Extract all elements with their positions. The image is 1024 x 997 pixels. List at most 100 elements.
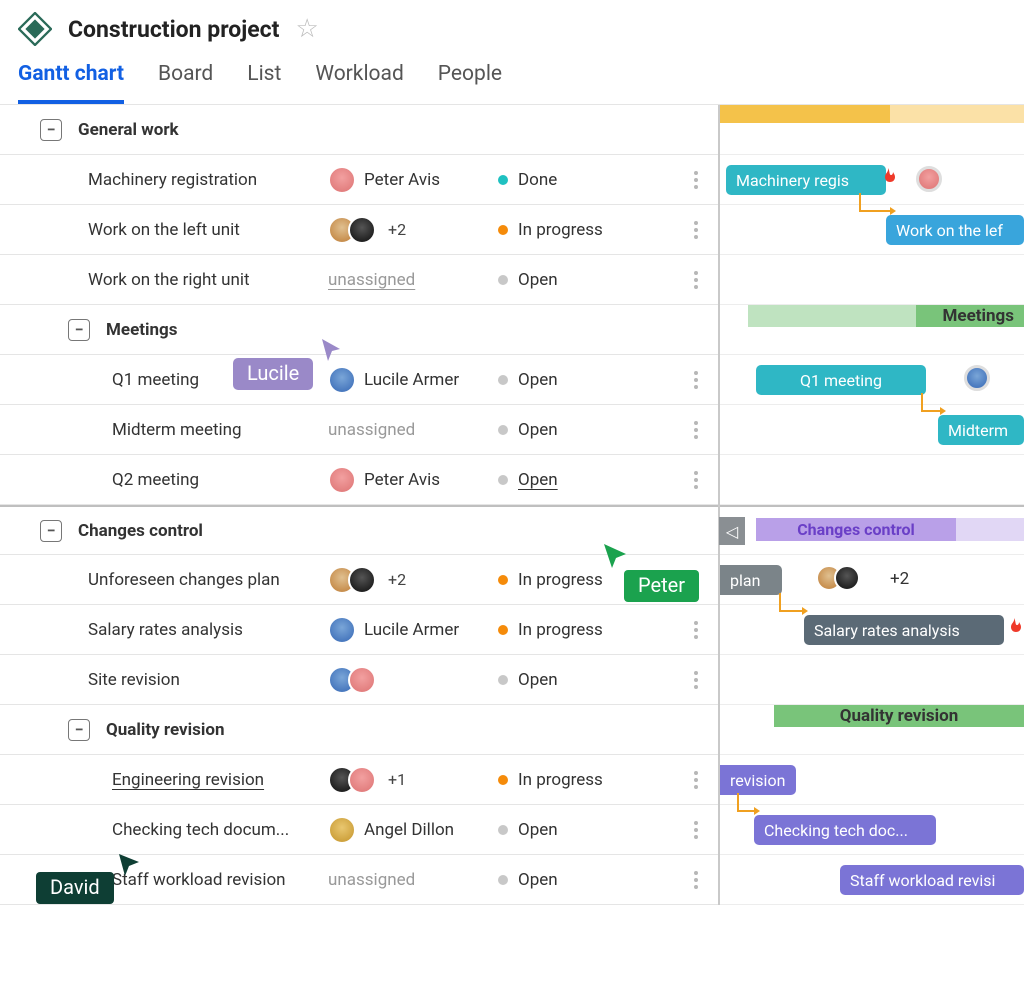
row-menu-icon[interactable] [684, 221, 708, 239]
gantt-bar-midterm[interactable]: Midterm [938, 415, 1024, 445]
group-row-quality-revision[interactable]: − Quality revision [0, 705, 718, 755]
gantt-bar-staff[interactable]: Staff workload revisi [840, 865, 1024, 895]
task-row-work-left[interactable]: Work on the left unit +2 In progress [0, 205, 718, 255]
task-row-salary[interactable]: Salary rates analysis Lucile Armer In pr… [0, 605, 718, 655]
bar-label: Q1 meeting [800, 371, 882, 390]
status: In progress [518, 570, 603, 590]
collapse-icon[interactable]: − [68, 719, 90, 741]
avatar-overflow[interactable]: +1 [388, 770, 406, 789]
tab-list[interactable]: List [247, 62, 281, 104]
favorite-star-icon[interactable]: ☆ [295, 14, 318, 44]
avatar[interactable] [328, 616, 356, 644]
status: In progress [518, 220, 603, 240]
task-row-machinery[interactable]: Machinery registration Peter Avis Done [0, 155, 718, 205]
gantt-summary-bar[interactable] [748, 305, 916, 327]
avatar[interactable] [348, 566, 376, 594]
avatar[interactable] [348, 666, 376, 694]
gantt-bar-q1[interactable]: Q1 meeting [756, 365, 926, 395]
task-row-work-right[interactable]: Work on the right unit unassigned Open [0, 255, 718, 305]
task-name[interactable]: Engineering revision [112, 770, 328, 790]
row-menu-icon[interactable] [684, 421, 708, 439]
gantt-summary-bar[interactable] [890, 105, 1024, 123]
row-menu-icon[interactable] [684, 771, 708, 789]
status-dot-open [498, 425, 508, 435]
row-menu-icon[interactable] [684, 671, 708, 689]
row-menu-icon[interactable] [684, 471, 708, 489]
status-dot-open [498, 275, 508, 285]
remote-cursor-lucile: Lucile [233, 358, 313, 390]
gantt-summary-bar[interactable]: Changes control [756, 518, 956, 541]
group-label: Changes control [78, 521, 203, 541]
group-row-general-work[interactable]: − General work [0, 105, 718, 155]
task-row-checking-tech[interactable]: Checking tech docum... Angel Dillon Open [0, 805, 718, 855]
assignee-unassigned[interactable]: unassigned [328, 870, 415, 890]
tab-board[interactable]: Board [158, 62, 213, 104]
task-name: Unforeseen changes plan [88, 570, 328, 590]
avatar[interactable] [328, 466, 356, 494]
status: Open [518, 870, 558, 890]
row-menu-icon[interactable] [684, 871, 708, 889]
status-dot-open [498, 825, 508, 835]
status-dot-inprogress [498, 625, 508, 635]
task-name: Work on the left unit [88, 220, 328, 240]
row-menu-icon[interactable] [684, 371, 708, 389]
row-menu-icon[interactable] [684, 271, 708, 289]
gantt-summary-bar[interactable]: Meetings [916, 305, 1024, 327]
avatar[interactable] [964, 365, 990, 391]
assignee: Lucile Armer [364, 620, 459, 640]
gantt-bar-checking[interactable]: Checking tech doc... [754, 815, 936, 845]
avatar-overflow[interactable]: +2 [388, 220, 406, 239]
task-row-q1-meeting[interactable]: Q1 meeting Lucile Armer Open [0, 355, 718, 405]
task-row-q2-meeting[interactable]: Q2 meeting Peter Avis Open [0, 455, 718, 505]
gantt-bar-machinery[interactable]: Machinery regis [726, 165, 886, 195]
scroll-left-handle[interactable]: ◁ [719, 517, 745, 545]
status-dot-inprogress [498, 225, 508, 235]
avatar[interactable] [328, 166, 356, 194]
avatar[interactable] [348, 766, 376, 794]
assignee-unassigned[interactable]: unassigned [328, 420, 415, 440]
row-menu-icon[interactable] [684, 621, 708, 639]
group-row-meetings[interactable]: − Meetings [0, 305, 718, 355]
gantt-bar-salary[interactable]: Salary rates analysis [804, 615, 1004, 645]
bar-label: Changes control [797, 520, 915, 539]
gantt-bar-revision[interactable]: revision [720, 765, 796, 795]
cursor-icon [318, 335, 348, 365]
tab-people[interactable]: People [438, 62, 502, 104]
assignee-unassigned[interactable]: unassigned [328, 270, 415, 290]
task-row-site-revision[interactable]: Site revision Open [0, 655, 718, 705]
gantt-bar-work-left[interactable]: Work on the lef [886, 215, 1024, 245]
collapse-icon[interactable]: − [68, 319, 90, 341]
gantt-summary-bar[interactable] [720, 105, 890, 123]
status-dot-open [498, 475, 508, 485]
task-row-engineering[interactable]: Engineering revision +1 In progress [0, 755, 718, 805]
assignee: Angel Dillon [364, 820, 454, 840]
gantt-summary-bar[interactable] [956, 518, 1024, 541]
gantt-bar-plan[interactable]: plan [720, 565, 782, 595]
status[interactable]: Open [518, 470, 558, 490]
bar-label: revision [730, 771, 785, 790]
status: Open [518, 670, 558, 690]
status-dot-done [498, 175, 508, 185]
tab-workload[interactable]: Workload [315, 62, 403, 104]
cursor-icon [600, 540, 632, 572]
tab-gantt[interactable]: Gantt chart [18, 62, 124, 104]
avatar-overflow[interactable]: +2 [388, 570, 406, 589]
remote-cursor-peter: Peter [624, 570, 699, 602]
row-menu-icon[interactable] [684, 821, 708, 839]
gantt-panel[interactable]: Machinery regis Work on the lef Meetings [720, 105, 1024, 905]
avatar[interactable] [348, 216, 376, 244]
avatar[interactable] [834, 565, 860, 591]
cursor-icon [115, 850, 145, 880]
collapse-icon[interactable]: − [40, 520, 62, 542]
avatar[interactable] [328, 366, 356, 394]
bar-label: Checking tech doc... [764, 821, 908, 840]
gantt-summary-bar[interactable]: Quality revision [774, 705, 1024, 727]
avatar-overflow[interactable]: +2 [890, 569, 909, 589]
collapse-icon[interactable]: − [40, 119, 62, 141]
avatar[interactable] [328, 816, 356, 844]
group-label: Meetings [106, 320, 177, 340]
task-row-midterm[interactable]: Midterm meeting unassigned Open [0, 405, 718, 455]
avatar[interactable] [916, 166, 942, 192]
row-menu-icon[interactable] [684, 171, 708, 189]
assignee: Peter Avis [364, 470, 440, 490]
